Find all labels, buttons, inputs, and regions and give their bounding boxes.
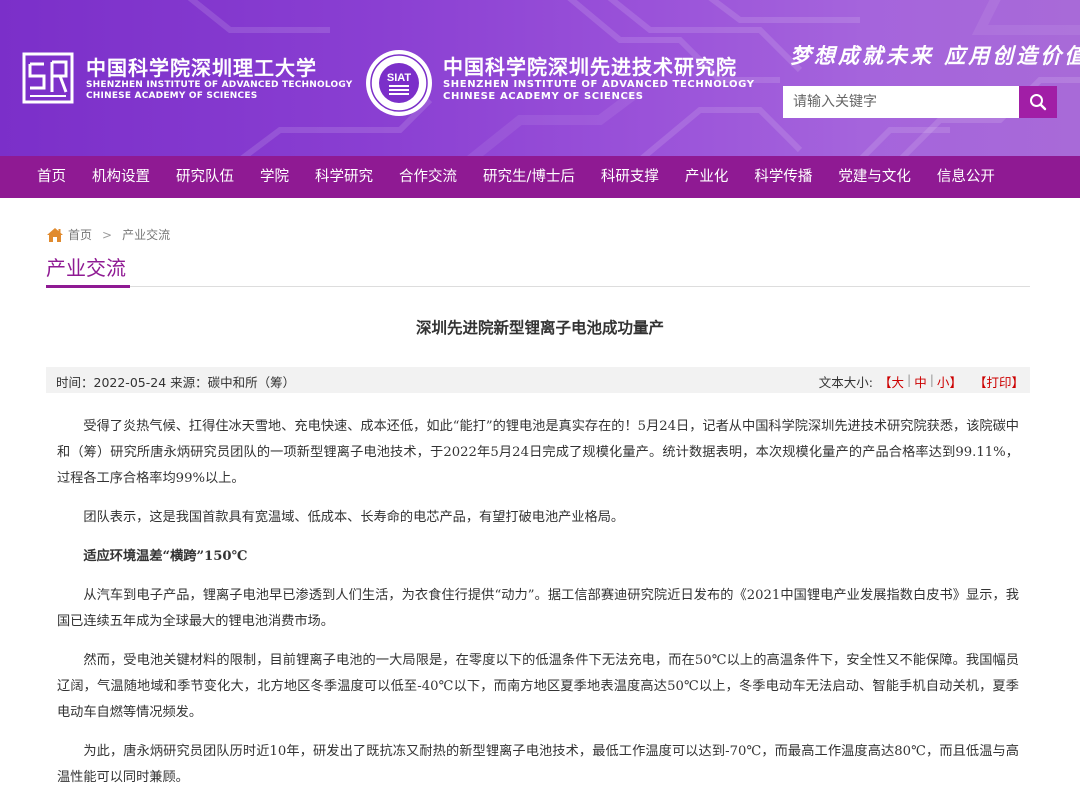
- nav-list: 首页 机构设置 研究队伍 学院 科学研究 合作交流 研究生/博士后 科研支撑 产…: [0, 156, 1080, 198]
- institute-name: 中国科学院深圳先进技术研究院 SHENZHEN INSTITUTE OF ADV…: [443, 55, 755, 103]
- university-logo-icon: [22, 52, 74, 104]
- nav-item-college[interactable]: 学院: [247, 156, 302, 198]
- font-size-label: 文本大小:: [818, 375, 873, 390]
- nav-item-research-team[interactable]: 研究队伍: [163, 156, 247, 198]
- article-title: 深圳先进院新型锂离子电池成功量产: [415, 319, 664, 337]
- article-subheading: 适应环境温差“横跨”150℃: [83, 549, 248, 564]
- nav-item-science-communication[interactable]: 科学传播: [741, 156, 825, 198]
- nav-item-research-support[interactable]: 科研支撑: [588, 156, 672, 198]
- nav-item-cooperation[interactable]: 合作交流: [386, 156, 470, 198]
- article-paragraph: 然而，受电池关键材料的限制，目前锂离子电池的一大局限是，在零度以下的低温条件下无…: [57, 653, 1019, 720]
- section-title: 产业交流: [46, 256, 126, 280]
- institute-name-en-line2: CHINESE ACADEMY OF SCIENCES: [443, 91, 644, 102]
- nav-item-research[interactable]: 科学研究: [302, 156, 386, 198]
- nav-item-industrialization[interactable]: 产业化: [672, 156, 742, 198]
- university-name-en-line1: SHENZHEN INSTITUTE OF ADVANCED TECHNOLOG…: [86, 80, 353, 90]
- article-meta-info: 时间：2022-05-24 来源：碳中和所（筹）: [56, 375, 296, 390]
- nav-item-party-culture[interactable]: 党建与文化: [825, 156, 924, 198]
- breadcrumb-current[interactable]: 产业交流: [122, 226, 170, 243]
- article-paragraph: 为此，唐永炳研究员团队历时近10年，研发出了既抗冻又耐热的新型锂离子电池技术，最…: [57, 744, 1019, 785]
- university-name-en-line2: CHINESE ACADEMY OF SCIENCES: [86, 91, 258, 101]
- font-size-small-button[interactable]: 小: [937, 372, 950, 391]
- nav-item-home[interactable]: 首页: [24, 156, 79, 198]
- article-meta-bar: 时间：2022-05-24 来源：碳中和所（筹） 文本大小: 【 大 | 中 |…: [46, 367, 1030, 393]
- section-divider: [46, 286, 1030, 287]
- breadcrumb: 首页 > 产业交流: [46, 226, 170, 243]
- nav-item-organization[interactable]: 机构设置: [79, 156, 163, 198]
- breadcrumb-home-link[interactable]: 首页: [68, 226, 92, 243]
- article-paragraph: 团队表示，这是我国首款具有宽温域、低成本、长寿命的电芯产品，有望打破电池产业格局…: [83, 510, 625, 525]
- font-size-medium-button[interactable]: 中: [914, 372, 927, 391]
- search-input[interactable]: [783, 86, 1019, 118]
- search-box: [783, 86, 1057, 118]
- article-paragraph: 受得了炎热气候、扛得住冰天雪地、充电快速、成本还低，如此“能打”的锂电池是真实存…: [57, 419, 1019, 486]
- slogan: 梦想成就未来 应用创造价值: [790, 43, 1080, 68]
- university-name-cn: 中国科学院深圳理工大学: [86, 56, 317, 80]
- main-nav: 首页 机构设置 研究队伍 学院 科学研究 合作交流 研究生/博士后 科研支撑 产…: [0, 156, 1080, 198]
- siat-seal-logo-icon: SIAT: [366, 50, 432, 116]
- home-icon: [47, 227, 63, 242]
- article-paragraph: 从汽车到电子产品，锂离子电池早已渗透到人们生活，为衣食住行提供“动力”。据工信部…: [57, 588, 1019, 629]
- font-size-large-button[interactable]: 大: [891, 372, 904, 391]
- search-button[interactable]: [1019, 86, 1057, 118]
- nav-item-graduate[interactable]: 研究生/博士后: [470, 156, 588, 198]
- section-title-underline: [46, 285, 130, 288]
- institute-name-en-line1: SHENZHEN INSTITUTE OF ADVANCED TECHNOLOG…: [443, 79, 755, 90]
- siat-logo-text: SIAT: [387, 72, 412, 84]
- article-body: 受得了炎热气候、扛得住冰天雪地、充电快速、成本还低，如此“能打”的锂电池是真实存…: [57, 414, 1019, 791]
- institute-name-cn: 中国科学院深圳先进技术研究院: [443, 55, 737, 79]
- search-icon: [1030, 94, 1047, 111]
- breadcrumb-separator: >: [102, 227, 113, 242]
- site-header: 中国科学院深圳理工大学 SHENZHEN INSTITUTE OF ADVANC…: [0, 0, 1080, 156]
- nav-item-public-info[interactable]: 信息公开: [924, 156, 1008, 198]
- university-name: 中国科学院深圳理工大学 SHENZHEN INSTITUTE OF ADVANC…: [86, 56, 352, 102]
- print-button[interactable]: 打印: [986, 372, 1011, 391]
- article-tools: 文本大小: 【 大 | 中 | 小 】 【 打印 】: [818, 372, 1024, 391]
